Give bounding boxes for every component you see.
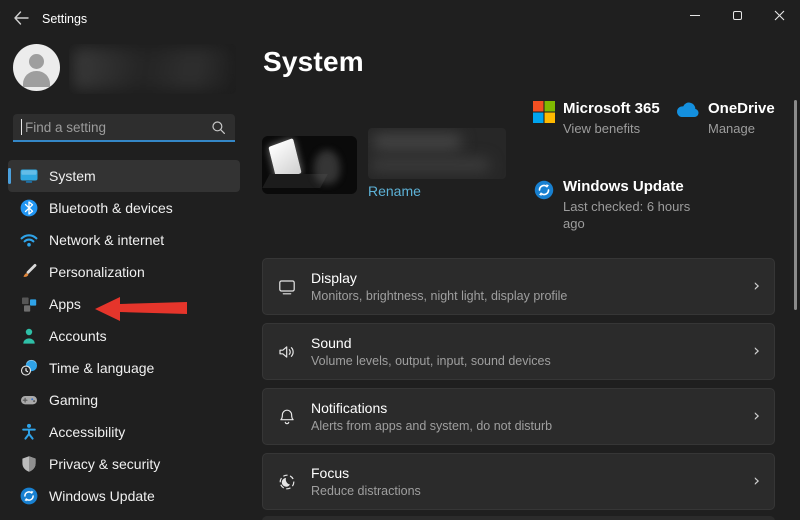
search-icon <box>212 120 225 134</box>
window-title: Settings <box>42 12 88 26</box>
card-subtitle: Monitors, brightness, night light, displ… <box>311 289 568 303</box>
microsoft-365-title: Microsoft 365 <box>563 100 660 117</box>
chevron-right-icon: › <box>753 471 760 491</box>
accounts-person-icon <box>19 326 39 346</box>
windows-update-icon <box>19 486 39 506</box>
time-language-icon <box>19 358 39 378</box>
sidebar-item-label: System <box>49 168 96 184</box>
account-header[interactable] <box>13 44 237 94</box>
sidebar: System Bluetooth & devices Network & int… <box>0 34 250 520</box>
onedrive-cloud-icon <box>676 102 699 118</box>
privacy-shield-icon <box>19 454 39 474</box>
page-title: System <box>263 46 364 77</box>
sidebar-item-accessibility[interactable]: Accessibility <box>8 416 240 448</box>
card-subtitle: Reduce distractions <box>311 484 421 498</box>
settings-window: Settings Find a setting System Bluetooth… <box>0 0 800 520</box>
card-title: Focus <box>311 465 350 481</box>
last-checked-status: Last checked: 6 hours ago <box>563 199 691 231</box>
sidebar-item-bluetooth-devices[interactable]: Bluetooth & devices <box>8 192 240 224</box>
personalization-brush-icon <box>19 262 39 282</box>
sidebar-item-windows-update[interactable]: Windows Update <box>8 480 240 512</box>
view-benefits-link[interactable]: View benefits <box>563 120 660 137</box>
card-notifications[interactable]: Notifications Alerts from apps and syste… <box>262 388 775 445</box>
maximize-icon <box>732 10 742 20</box>
accessibility-person-icon <box>19 422 39 442</box>
chevron-right-icon: › <box>753 276 760 296</box>
onedrive-title: OneDrive <box>708 100 775 117</box>
microsoft-logo <box>533 101 555 123</box>
sidebar-item-label: Time & language <box>49 360 155 376</box>
sidebar-item-label: Personalization <box>49 264 145 280</box>
sidebar-item-label: Accessibility <box>49 424 126 440</box>
chevron-right-icon: › <box>753 341 760 361</box>
main-content: System Rename Microsoft 365 View benefit… <box>250 34 800 520</box>
sidebar-item-label: Accounts <box>49 328 107 344</box>
card-subtitle: Alerts from apps and system, do not dist… <box>311 419 553 433</box>
sidebar-item-label: Gaming <box>49 392 99 408</box>
titlebar: Settings <box>0 0 800 34</box>
minimize-icon <box>690 14 700 16</box>
card-sound[interactable]: Sound Volume levels, output, input, soun… <box>262 323 775 380</box>
card-title: Display <box>311 270 357 286</box>
speaker-icon <box>279 345 294 358</box>
sidebar-item-label: Apps <box>49 296 81 312</box>
sidebar-item-apps[interactable]: Apps <box>8 288 240 320</box>
onedrive-block[interactable]: OneDrive Manage <box>674 99 775 137</box>
maximize-button[interactable] <box>716 0 758 30</box>
sidebar-item-time-language[interactable]: Time & language <box>8 352 240 384</box>
card-partial-next[interactable] <box>262 516 775 520</box>
chevron-right-icon: › <box>753 406 760 426</box>
sidebar-item-network-internet[interactable]: Network & internet <box>8 224 240 256</box>
card-display[interactable]: Display Monitors, brightness, night ligh… <box>262 258 775 315</box>
windows-update-title: Windows Update <box>563 178 684 195</box>
sidebar-item-accounts[interactable]: Accounts <box>8 320 240 352</box>
sidebar-item-label: Bluetooth & devices <box>49 200 173 216</box>
card-focus[interactable]: Focus Reduce distractions › <box>262 453 775 510</box>
minimize-button[interactable] <box>674 0 716 30</box>
system-display-icon <box>19 166 39 186</box>
sidebar-nav: System Bluetooth & devices Network & int… <box>8 160 240 512</box>
active-indicator-pill <box>8 168 11 184</box>
card-subtitle: Volume levels, output, input, sound devi… <box>311 354 551 368</box>
windows-update-icon <box>534 180 554 200</box>
apps-grid-icon <box>19 294 39 314</box>
microsoft-365-block[interactable]: Microsoft 365 View benefits <box>533 99 660 137</box>
search-box[interactable] <box>13 114 235 142</box>
sidebar-item-personalization[interactable]: Personalization <box>8 256 240 288</box>
device-name-redacted <box>368 128 506 179</box>
window-controls <box>674 0 800 30</box>
sidebar-item-label: Windows Update <box>49 488 155 504</box>
sidebar-item-privacy-security[interactable]: Privacy & security <box>8 448 240 480</box>
user-name-redacted <box>69 44 236 94</box>
focus-crescent-icon <box>279 474 295 489</box>
search-input[interactable] <box>22 119 211 135</box>
user-avatar <box>13 44 60 91</box>
back-arrow-icon <box>14 11 29 25</box>
settings-cards: Display Monitors, brightness, night ligh… <box>262 258 775 518</box>
manage-link[interactable]: Manage <box>708 120 775 137</box>
sidebar-item-system[interactable]: System <box>8 160 240 192</box>
device-image <box>262 136 357 194</box>
close-icon <box>774 10 784 20</box>
rename-link[interactable]: Rename <box>368 183 421 199</box>
card-title: Sound <box>311 335 352 351</box>
display-outline-icon <box>279 279 295 294</box>
bell-icon <box>280 409 294 424</box>
bluetooth-icon <box>19 198 39 218</box>
back-button[interactable] <box>12 10 32 26</box>
windows-update-block[interactable]: Windows Update Last checked: 6 hours ago <box>533 177 713 232</box>
sidebar-item-label: Privacy & security <box>49 456 161 472</box>
network-wifi-icon <box>19 230 39 250</box>
sidebar-item-label: Network & internet <box>49 232 165 248</box>
vertical-scrollbar[interactable] <box>794 100 797 310</box>
avatar-person-icon <box>29 54 44 69</box>
gaming-gamepad-icon <box>19 390 39 410</box>
close-button[interactable] <box>758 0 800 30</box>
card-title: Notifications <box>311 400 388 416</box>
sidebar-item-gaming[interactable]: Gaming <box>8 384 240 416</box>
